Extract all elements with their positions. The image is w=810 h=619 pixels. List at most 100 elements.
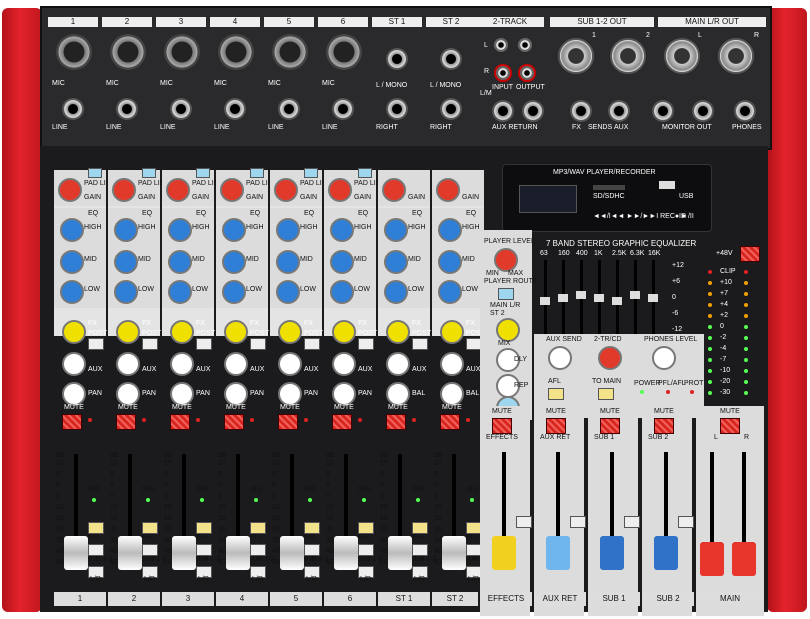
sub2-afl-button[interactable]	[678, 516, 694, 528]
main-mute-button[interactable]	[720, 418, 740, 434]
sub1-out-xlr[interactable]	[558, 38, 594, 74]
eq-band-slider-400[interactable]	[576, 290, 586, 299]
eq-band-slider-160[interactable]	[558, 294, 568, 302]
aux-send-master-knob[interactable]	[548, 346, 572, 370]
mute-button-6[interactable]	[332, 414, 352, 430]
gain-knob-5[interactable]	[274, 178, 298, 202]
pad-button-5[interactable]	[304, 168, 318, 178]
eq-low-knob-5[interactable]	[276, 280, 300, 304]
fx-knob-1[interactable]	[62, 320, 86, 344]
eq-high-knob-st-1[interactable]	[384, 218, 408, 242]
fx-knob-5[interactable]	[278, 320, 302, 344]
main-l-out-xlr[interactable]	[664, 38, 700, 74]
fx-knob-3[interactable]	[170, 320, 194, 344]
mute-button-4[interactable]	[224, 414, 244, 430]
main-l-fader-cap[interactable]	[700, 542, 724, 576]
sub12-button-6[interactable]	[358, 544, 374, 556]
gain-knob-2[interactable]	[112, 178, 136, 202]
effects-fader-cap[interactable]	[492, 536, 516, 570]
fader-cap-3[interactable]	[172, 536, 196, 570]
pan-knob-5[interactable]	[278, 382, 302, 406]
aux-knob-2[interactable]	[116, 352, 140, 376]
mic-xlr-ch-3[interactable]	[164, 34, 200, 70]
eq-band-slider-6-3k[interactable]	[630, 290, 640, 299]
pad-button-2[interactable]	[142, 168, 156, 178]
aux-knob-st-2[interactable]	[440, 352, 464, 376]
eq-mid-knob-st-2[interactable]	[438, 250, 462, 274]
fader-cap-1[interactable]	[64, 536, 88, 570]
eq-mid-knob-6[interactable]	[330, 250, 354, 274]
sub2-mute-button[interactable]	[654, 418, 674, 434]
line-jack-ch-6[interactable]	[332, 98, 354, 120]
eq-low-knob-2[interactable]	[114, 280, 138, 304]
eq-high-knob-6[interactable]	[330, 218, 354, 242]
main-r-out-xlr[interactable]	[718, 38, 754, 74]
fx-send-jack[interactable]	[570, 100, 592, 122]
fx-knob-4[interactable]	[224, 320, 248, 344]
eq-mid-knob-3[interactable]	[168, 250, 192, 274]
line-jack-ch-3[interactable]	[170, 98, 192, 120]
mute-button-st-1[interactable]	[386, 414, 406, 430]
rca-input-r[interactable]	[494, 64, 512, 82]
eq-low-knob-st-2[interactable]	[438, 280, 462, 304]
eq-low-knob-3[interactable]	[168, 280, 192, 304]
eq-low-knob-4[interactable]	[222, 280, 246, 304]
right-jack-ch-st-2[interactable]	[440, 98, 462, 120]
line-jack-ch-2[interactable]	[116, 98, 138, 120]
gain-knob-1[interactable]	[58, 178, 82, 202]
eq-high-knob-st-2[interactable]	[438, 218, 462, 242]
gain-knob-4[interactable]	[220, 178, 244, 202]
sub12-button-4[interactable]	[250, 544, 266, 556]
pfl-button-2[interactable]	[142, 522, 158, 534]
main-r-fader-cap[interactable]	[732, 542, 756, 576]
pfl-button-4[interactable]	[250, 522, 266, 534]
phantom-power-button[interactable]	[740, 246, 760, 262]
eq-mid-knob-4[interactable]	[222, 250, 246, 274]
aux-knob-1[interactable]	[62, 352, 86, 376]
aux-ret-mute-button[interactable]	[546, 418, 566, 434]
fader-cap-st-2[interactable]	[442, 536, 466, 570]
pad-button-1[interactable]	[88, 168, 102, 178]
pfl-button-st-1[interactable]	[412, 522, 428, 534]
sub12-button-2[interactable]	[142, 544, 158, 556]
post-pre-button-3[interactable]	[196, 338, 212, 350]
right-jack-ch-st-1[interactable]	[386, 98, 408, 120]
fx-knob-st-2[interactable]	[440, 320, 464, 344]
mic-xlr-ch-2[interactable]	[110, 34, 146, 70]
sub12-button-5[interactable]	[304, 544, 320, 556]
post-pre-button-4[interactable]	[250, 338, 266, 350]
post-pre-button-1[interactable]	[88, 338, 104, 350]
aux-knob-5[interactable]	[278, 352, 302, 376]
effects-mix-knob[interactable]	[496, 318, 520, 342]
pan-knob-st-2[interactable]	[440, 382, 464, 406]
eq-band-slider-63[interactable]	[540, 297, 550, 306]
player-route-button[interactable]	[498, 288, 514, 300]
pfl-button-1[interactable]	[88, 522, 104, 534]
fx-knob-6[interactable]	[332, 320, 356, 344]
sub2-fader-cap[interactable]	[654, 536, 678, 570]
eq-mid-knob-5[interactable]	[276, 250, 300, 274]
eq-high-knob-3[interactable]	[168, 218, 192, 242]
phones-jack[interactable]	[734, 100, 756, 122]
eq-band-slider-16k[interactable]	[648, 294, 658, 302]
fader-cap-st-1[interactable]	[388, 536, 412, 570]
fader-cap-5[interactable]	[280, 536, 304, 570]
pan-knob-st-1[interactable]	[386, 382, 410, 406]
line-jack-ch-1[interactable]	[62, 98, 84, 120]
sub12-button-1[interactable]	[88, 544, 104, 556]
lmono-jack-ch-st-1[interactable]	[386, 48, 408, 70]
post-pre-button-2[interactable]	[142, 338, 158, 350]
aux-ret-afl-button[interactable]	[570, 516, 586, 528]
eq-mid-knob-1[interactable]	[60, 250, 84, 274]
line-jack-ch-5[interactable]	[278, 98, 300, 120]
sub2-out-xlr[interactable]	[610, 38, 646, 74]
eq-low-knob-1[interactable]	[60, 280, 84, 304]
aux-knob-4[interactable]	[224, 352, 248, 376]
eq-band-slider-2-5k[interactable]	[612, 297, 622, 306]
aux-knob-st-1[interactable]	[386, 352, 410, 376]
rca-output-l[interactable]	[518, 38, 532, 52]
pan-knob-1[interactable]	[62, 382, 86, 406]
fader-cap-4[interactable]	[226, 536, 250, 570]
aux-knob-6[interactable]	[332, 352, 356, 376]
rca-input-l[interactable]	[494, 38, 508, 52]
